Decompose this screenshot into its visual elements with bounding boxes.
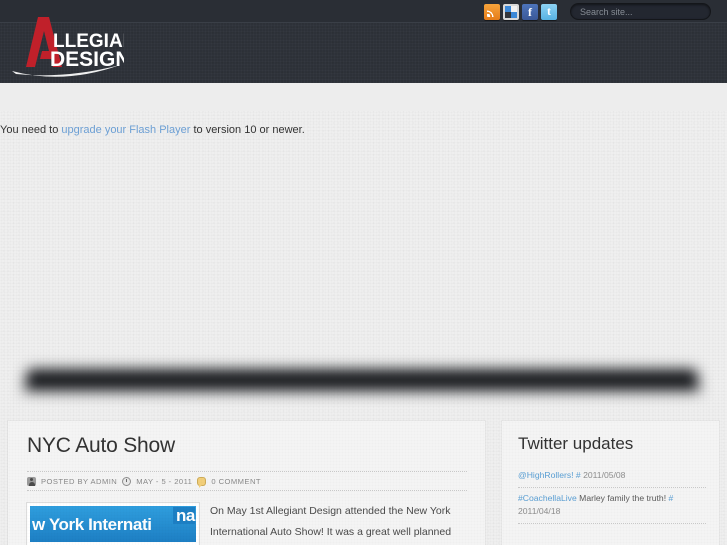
delicious-icon[interactable]: [503, 4, 519, 20]
flash-banner-shadow: [24, 369, 700, 392]
tweet-date: 2011/05/08: [583, 470, 626, 480]
flash-notice-before: You need to: [0, 124, 62, 136]
flash-notice-after: to version 10 or newer.: [190, 124, 305, 136]
content-columns: NYC Auto Show POSTED BY ADMIN MAY - 5 - …: [0, 421, 727, 545]
twitter-updates-list: @HighRollers! # 2011/05/08 #CoachellaLiv…: [518, 469, 706, 524]
post-excerpt: On May 1st Allegiant Design attended the…: [210, 505, 452, 538]
tweet-hash-link[interactable]: #: [576, 470, 581, 480]
thumbnail-text-side: na: [172, 507, 195, 524]
tweet-body: Marley family the truth!: [579, 493, 667, 503]
post-meta-bar: POSTED BY ADMIN MAY - 5 - 2011 0 COMMENT: [27, 471, 467, 491]
flash-upgrade-link[interactable]: upgrade your Flash Player: [61, 124, 190, 136]
tweet-hash-link[interactable]: #: [668, 493, 673, 503]
search-input[interactable]: [570, 3, 711, 20]
sidebar-title: Twitter updates: [518, 434, 634, 453]
tweet-date: 2011/04/18: [518, 506, 561, 516]
post-title[interactable]: NYC Auto Show: [27, 434, 175, 458]
thumbnail-text-main: w York Internati: [32, 514, 152, 534]
social-links: [484, 4, 557, 20]
tweet-item: @HighRollers! # 2011/05/08: [518, 469, 706, 488]
post-comment-count[interactable]: 0 COMMENT: [211, 477, 261, 486]
tweet-link[interactable]: #CoachellaLive: [518, 493, 577, 503]
tweet-item: #CoachellaLive Marley family the truth! …: [518, 488, 706, 524]
post-thumbnail-image: w York Internati na: [30, 506, 196, 542]
comment-icon: [197, 476, 207, 488]
post-thumbnail[interactable]: w York Internati na: [27, 503, 199, 545]
post-author[interactable]: POSTED BY ADMIN: [41, 477, 117, 486]
facebook-icon[interactable]: [522, 4, 538, 20]
site-logo[interactable]: LLEGIANT DESIGN: [8, 13, 124, 79]
site-header: LLEGIANT DESIGN Home About Us Services P…: [0, 0, 727, 83]
flash-player-notice: You need to upgrade your Flash Player to…: [0, 124, 305, 136]
user-icon: [27, 476, 36, 486]
main-content-panel: NYC Auto Show POSTED BY ADMIN MAY - 5 - …: [8, 421, 485, 545]
logo-line2: DESIGN: [50, 48, 124, 71]
tweet-link[interactable]: @HighRollers!: [518, 470, 574, 480]
clock-icon: [122, 476, 132, 486]
page-body: You need to upgrade your Flash Player to…: [0, 111, 727, 545]
rss-icon[interactable]: [484, 4, 500, 20]
post-date: MAY - 5 - 2011: [136, 476, 193, 486]
sidebar-panel: Twitter updates @HighRollers! # 2011/05/…: [502, 421, 719, 545]
twitter-icon[interactable]: [541, 4, 557, 20]
